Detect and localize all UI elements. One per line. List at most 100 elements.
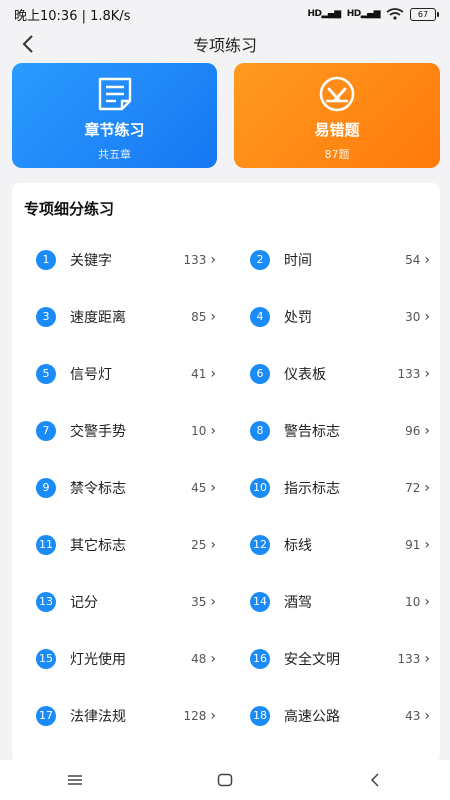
- category-label: 信号灯: [70, 366, 112, 383]
- category-number-badge: 9: [36, 477, 56, 498]
- category-item[interactable]: 18 高速公路 43 ›: [226, 687, 440, 744]
- category-item[interactable]: 11 其它标志 25 ›: [12, 516, 226, 573]
- chevron-right-icon: ›: [210, 422, 216, 439]
- category-number-badge: 10: [250, 477, 270, 498]
- category-item[interactable]: 17 法律法规 128 ›: [12, 687, 226, 744]
- back-button[interactable]: [16, 32, 40, 56]
- signal-icon-2: HD▂▄▆: [346, 9, 381, 19]
- category-number-badge: 6: [250, 363, 270, 384]
- category-label: 高速公路: [284, 708, 340, 725]
- chapter-practice-card[interactable]: 章节练习 共五章: [12, 63, 217, 168]
- category-count: 54: [405, 252, 421, 267]
- category-number-badge: 12: [250, 534, 270, 555]
- menu-button[interactable]: [45, 765, 105, 795]
- category-item[interactable]: 12 标线 91 ›: [226, 516, 440, 573]
- category-label: 记分: [70, 594, 98, 611]
- category-count: 133: [397, 366, 421, 381]
- category-count: 133: [397, 651, 421, 666]
- category-grid: 1 关键字 133 › 2 时间 54 › 3 速度距离 85 › 4 处罚 30 › 5 信号灯 41 › 6 仪表板 1…: [12, 231, 440, 744]
- category-count: 48: [191, 651, 207, 666]
- category-number-badge: 8: [250, 420, 270, 441]
- category-label: 处罚: [284, 309, 312, 326]
- status-bar: 晚上10:36 | 1.8K/s HD▂▄▆ HD▂▄▆ 67: [0, 0, 450, 28]
- category-item[interactable]: 10 指示标志 72 ›: [226, 459, 440, 516]
- chevron-right-icon: ›: [210, 707, 216, 724]
- category-count: 133: [183, 252, 207, 267]
- chapter-practice-subtitle: 共五章: [98, 148, 131, 161]
- category-count: 128: [183, 708, 207, 723]
- category-label: 法律法规: [70, 708, 126, 725]
- wrong-questions-title: 易错题: [314, 121, 360, 139]
- chevron-right-icon: ›: [210, 536, 216, 553]
- category-item[interactable]: 9 禁令标志 45 ›: [12, 459, 226, 516]
- category-number-badge: 16: [250, 648, 270, 669]
- category-item[interactable]: 15 灯光使用 48 ›: [12, 630, 226, 687]
- chevron-right-icon: ›: [424, 479, 430, 496]
- back-triangle-icon: [370, 773, 379, 787]
- category-count: 91: [405, 537, 421, 552]
- chevron-right-icon: ›: [210, 479, 216, 496]
- category-label: 交警手势: [70, 423, 126, 440]
- chevron-right-icon: ›: [424, 707, 430, 724]
- home-square-icon: [217, 773, 233, 787]
- signal-label-1: HD: [307, 9, 322, 19]
- category-number-badge: 5: [36, 363, 56, 384]
- chevron-right-icon: ›: [210, 650, 216, 667]
- section-title: 专项细分练习: [24, 200, 115, 218]
- back-arrow-icon: [22, 35, 33, 53]
- category-count: 30: [405, 309, 421, 324]
- home-button[interactable]: [195, 765, 255, 795]
- chevron-right-icon: ›: [210, 593, 216, 610]
- category-label: 其它标志: [70, 537, 126, 554]
- category-label: 关键字: [70, 252, 112, 269]
- page-title: 专项练习: [192, 36, 257, 55]
- signal-label-2: HD: [346, 9, 362, 19]
- category-count: 45: [191, 480, 207, 495]
- category-item[interactable]: 16 安全文明 133 ›: [226, 630, 440, 687]
- chevron-right-icon: ›: [210, 251, 216, 268]
- category-number-badge: 3: [36, 306, 56, 327]
- category-item[interactable]: 8 警告标志 96 ›: [226, 402, 440, 459]
- category-item[interactable]: 4 处罚 30 ›: [226, 288, 440, 345]
- category-number-badge: 1: [36, 249, 56, 270]
- chevron-right-icon: ›: [424, 650, 430, 667]
- category-item[interactable]: 3 速度距离 85 ›: [12, 288, 226, 345]
- category-item[interactable]: 14 酒驾 10 ›: [226, 573, 440, 630]
- top-nav-bar: 专项练习: [0, 28, 450, 60]
- category-label: 安全文明: [284, 651, 340, 668]
- category-count: 10: [405, 594, 421, 609]
- chevron-right-icon: ›: [424, 536, 430, 553]
- wrong-questions-card[interactable]: 易错题 87题: [234, 63, 440, 168]
- chevron-right-icon: ›: [424, 365, 430, 382]
- category-item[interactable]: 7 交警手势 10 ›: [12, 402, 226, 459]
- category-label: 灯光使用: [70, 651, 126, 668]
- chevron-right-icon: ›: [424, 422, 430, 439]
- category-number-badge: 13: [36, 591, 56, 612]
- category-count: 10: [191, 423, 207, 438]
- category-count: 25: [191, 537, 207, 552]
- category-item[interactable]: 1 关键字 133 ›: [12, 231, 226, 288]
- category-number-badge: 17: [36, 705, 56, 726]
- category-label: 标线: [284, 537, 312, 554]
- status-time-speed: 晚上10:36 | 1.8K/s: [14, 8, 131, 24]
- category-label: 禁令标志: [70, 480, 126, 497]
- wrong-questions-subtitle: 87题: [324, 148, 350, 161]
- category-item[interactable]: 13 记分 35 ›: [12, 573, 226, 630]
- menu-icon: [68, 775, 82, 785]
- category-number-badge: 14: [250, 591, 270, 612]
- category-label: 时间: [284, 252, 312, 269]
- category-count: 35: [191, 594, 207, 609]
- category-label: 速度距离: [70, 309, 126, 326]
- category-item[interactable]: 6 仪表板 133 ›: [226, 345, 440, 402]
- chapter-practice-title: 章节练习: [84, 121, 145, 139]
- status-icons: HD▂▄▆ HD▂▄▆ 67: [307, 7, 439, 21]
- category-item[interactable]: 5 信号灯 41 ›: [12, 345, 226, 402]
- category-item[interactable]: 2 时间 54 ›: [226, 231, 440, 288]
- system-back-button[interactable]: [345, 765, 405, 795]
- category-count: 96: [405, 423, 421, 438]
- category-count: 41: [191, 366, 207, 381]
- category-count: 72: [405, 480, 421, 495]
- special-practice-panel: 专项细分练习 1 关键字 133 › 2 时间 54 › 3 速度距离 85 › 4 处罚 30 › 5 信号灯 4…: [12, 183, 440, 763]
- category-label: 指示标志: [284, 480, 340, 497]
- document-icon: [98, 77, 131, 111]
